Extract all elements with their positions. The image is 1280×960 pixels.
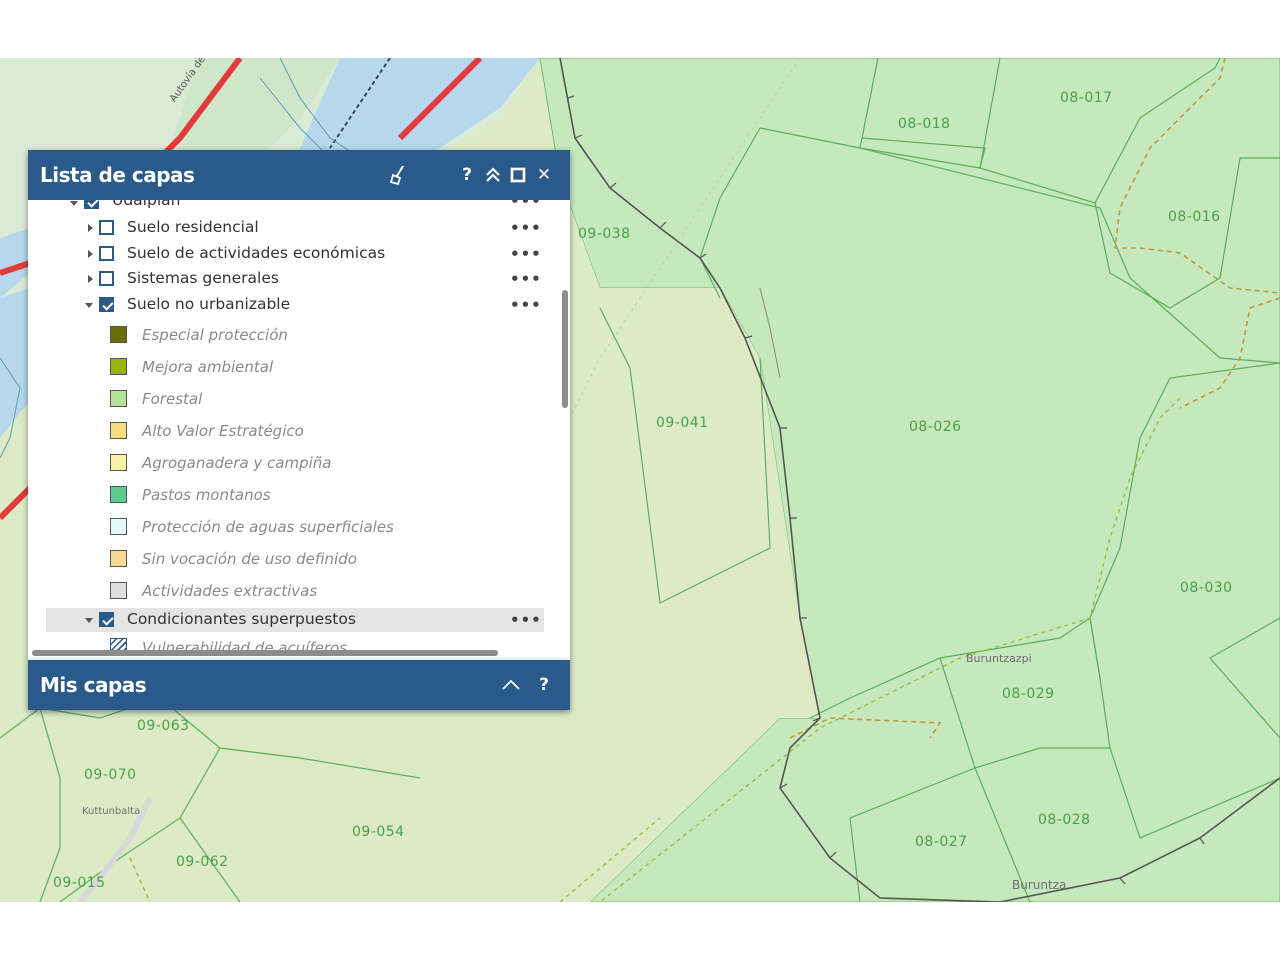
more-options-icon[interactable]: ••• [510,200,542,210]
expand-icon[interactable] [70,201,78,206]
place-label: Kuttunbalta [82,806,141,817]
layer-list-panel: Lista de capas ? ✕ Udalplan ••• Suelo re… [28,150,570,660]
layer-row[interactable]: Suelo residencial ••• [28,216,548,240]
help-icon[interactable]: ? [456,163,478,187]
parcel-label: 08-018 [898,116,951,132]
collapse-icon[interactable] [482,163,504,187]
parcel-label: 08-029 [1002,686,1055,702]
parcel-label: 09-054 [352,824,405,840]
layer-checkbox[interactable] [99,612,114,627]
layer-label: Condicionantes superpuestos [127,610,356,628]
parcel-label: 09-038 [578,226,631,242]
legend-label: Protección de aguas superficiales [142,518,394,536]
legend-swatch [110,454,127,471]
collapse-tree-icon[interactable] [85,618,93,623]
layer-row[interactable]: Suelo de actividades económicas ••• [28,242,548,266]
legend-label: Forestal [142,390,203,408]
expand-icon[interactable] [88,224,93,232]
parcel-label: 09-015 [53,875,106,891]
panel-title: Mis capas [40,673,147,697]
legend-swatch [110,358,127,375]
parcel-label: 09-041 [656,415,709,431]
layer-checkbox[interactable] [84,200,99,209]
layer-list-header: Lista de capas ? ✕ [28,150,570,200]
parcel-label: 08-028 [1038,812,1091,828]
legend-label: Pastos montanos [142,486,271,504]
legend-label: Mejora ambiental [142,358,274,376]
horizontal-scrollbar[interactable] [32,650,498,656]
more-options-icon[interactable]: ••• [510,270,542,288]
layer-label: Suelo residencial [127,218,259,236]
my-layers-panel[interactable]: Mis capas ? [28,660,570,710]
legend-label: Actividades extractivas [142,582,318,600]
vertical-scrollbar[interactable] [562,290,568,408]
panel-title: Lista de capas [40,163,195,187]
legend-swatch [110,390,127,407]
expand-icon[interactable] [88,250,93,258]
legend-swatch [110,582,127,599]
layer-checkbox[interactable] [99,271,114,286]
legend-label: Agroganadera y campiña [142,454,332,472]
layer-row[interactable]: Suelo no urbanizable ••• [28,293,548,317]
close-icon[interactable]: ✕ [533,163,555,187]
parcel-label: 08-026 [909,419,962,435]
collapse-tree-icon[interactable] [85,303,93,308]
more-options-icon[interactable]: ••• [510,245,542,263]
broom-icon[interactable] [388,163,410,187]
legend-label: Alto Valor Estratégico [142,422,304,440]
legend-swatch [110,326,127,343]
parcel-label: 09-070 [84,767,137,783]
legend-swatch [110,486,127,503]
layer-row[interactable]: Sistemas generales ••• [28,267,548,291]
parcel-label: 09-062 [176,854,229,870]
parcel-label: 08-030 [1180,580,1233,596]
parcel-label: 08-016 [1168,209,1221,225]
chevron-up-icon[interactable] [500,673,522,697]
layer-label: Sistemas generales [127,269,279,287]
layer-tree[interactable]: Udalplan ••• Suelo residencial ••• Suelo… [28,200,570,660]
legend-label: Sin vocación de uso definido [142,550,357,568]
more-options-icon[interactable]: ••• [510,219,542,237]
layer-row-udalplan[interactable]: Udalplan ••• [28,200,548,214]
parcel-label: 08-027 [915,834,968,850]
layer-checkbox[interactable] [99,246,114,261]
legend-label: Especial protección [142,326,288,344]
place-label: Buruntza [1012,878,1067,892]
more-options-icon[interactable]: ••• [510,296,542,314]
layer-label: Udalplan [112,200,181,209]
legend-swatch [110,422,127,439]
parcel-label: 09-063 [137,718,190,734]
help-icon[interactable]: ? [533,673,555,697]
maximize-icon[interactable] [507,163,529,187]
place-label: Buruntzazpi [966,652,1032,665]
layer-checkbox[interactable] [99,297,114,312]
more-options-icon[interactable]: ••• [510,611,542,629]
legend-swatch [110,550,127,567]
parcel-label: 08-017 [1060,90,1113,106]
legend-swatch [110,518,127,535]
layer-row-overlay[interactable]: Condicionantes superpuestos ••• [46,608,544,632]
layer-label: Suelo de actividades económicas [127,244,386,262]
layer-label: Suelo no urbanizable [127,295,291,313]
layer-checkbox[interactable] [99,220,114,235]
expand-icon[interactable] [88,275,93,283]
